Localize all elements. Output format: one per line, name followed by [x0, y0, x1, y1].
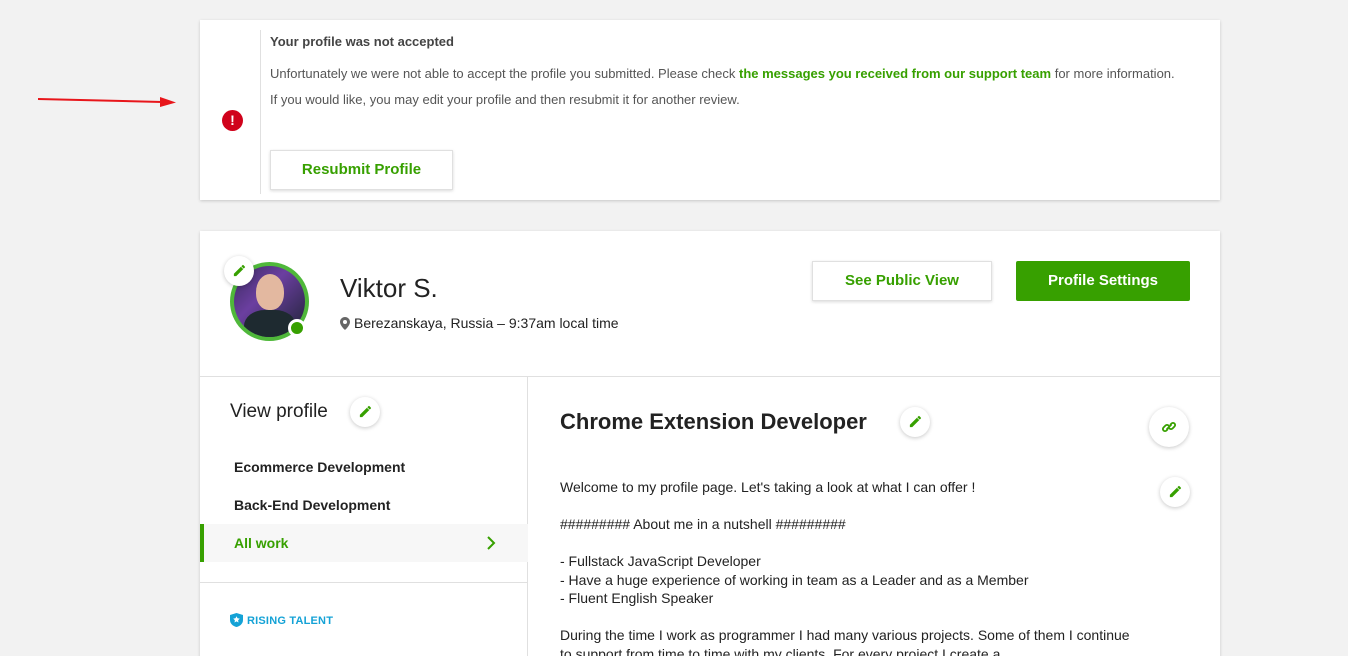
error-icon: !	[222, 110, 243, 131]
avatar-face	[256, 274, 284, 310]
sidebar-item-ecommerce-development[interactable]: Ecommerce Development	[200, 448, 528, 486]
profile-location: Berezanskaya, Russia – 9:37am local time	[340, 315, 619, 331]
profile-settings-button[interactable]: Profile Settings	[1016, 261, 1190, 301]
profile-title: Chrome Extension Developer	[560, 409, 867, 434]
shield-star-icon	[230, 613, 243, 627]
copy-link-button[interactable]	[1149, 407, 1189, 447]
alert-message: Unfortunately we were not able to accept…	[270, 63, 1200, 84]
profile-name: Viktor S.	[340, 273, 438, 303]
pencil-icon	[359, 405, 371, 418]
alert-message-end: for more information.	[1051, 66, 1175, 81]
alert-message-start: Unfortunately we were not able to accept…	[270, 66, 739, 81]
edit-title-button[interactable]	[900, 407, 930, 437]
view-profile-heading: View profile	[230, 401, 328, 422]
pencil-icon	[909, 415, 921, 428]
rising-talent-badge: RISING TALENT	[230, 613, 333, 627]
avatar-container	[224, 256, 309, 341]
profile-description: Welcome to my profile page. Let's taking…	[560, 479, 1130, 656]
alert-resubmit-hint: If you would like, you may edit your pro…	[270, 92, 740, 107]
pencil-icon	[1169, 485, 1181, 498]
profile-card: Viktor S. Berezanskaya, Russia – 9:37am …	[200, 231, 1220, 656]
profile-rejected-alert: ! Your profile was not accepted Unfortun…	[200, 20, 1220, 200]
annotation-arrow	[38, 97, 176, 107]
edit-specializations-button[interactable]	[350, 397, 380, 427]
resubmit-profile-button[interactable]: Resubmit Profile	[270, 150, 453, 190]
alert-body: Your profile was not accepted Unfortunat…	[270, 34, 1200, 110]
sidebar-item-label: All work	[234, 535, 289, 551]
edit-photo-button[interactable]	[224, 256, 254, 286]
profile-sidebar: View profile Ecommerce Development Back-…	[200, 377, 528, 656]
rising-talent-label: RISING TALENT	[247, 615, 334, 627]
sidebar-divider	[200, 582, 528, 583]
location-pin-icon	[340, 317, 350, 330]
location-text: Berezanskaya, Russia – 9:37am local time	[354, 315, 619, 331]
pencil-icon	[233, 264, 245, 277]
alert-title: Your profile was not accepted	[270, 34, 454, 49]
edit-description-button[interactable]	[1160, 477, 1190, 507]
alert-icon-column: !	[200, 30, 261, 194]
online-status-indicator	[288, 319, 306, 337]
sidebar-item-all-work[interactable]: All work	[200, 524, 528, 562]
link-icon	[1162, 422, 1176, 432]
profile-main: Chrome Extension Developer Welcome to my…	[529, 377, 1220, 656]
support-messages-link[interactable]: the messages you received from our suppo…	[739, 66, 1051, 81]
sidebar-item-back-end-development[interactable]: Back-End Development	[200, 486, 528, 524]
chevron-right-icon	[486, 524, 496, 562]
see-public-view-button[interactable]: See Public View	[812, 261, 992, 301]
